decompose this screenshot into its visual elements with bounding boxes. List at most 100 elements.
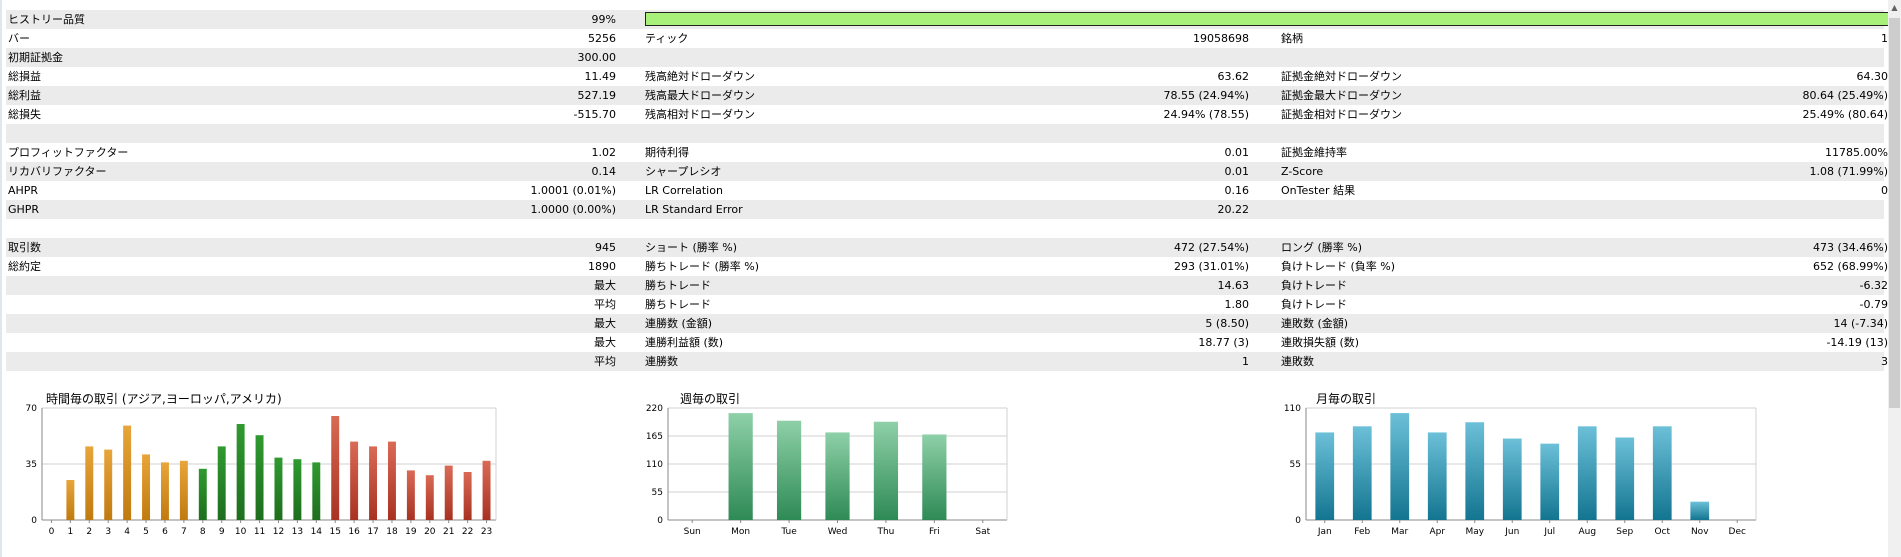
chart-bar xyxy=(406,470,415,520)
chart-bar xyxy=(728,413,753,520)
chart-bar xyxy=(350,441,359,520)
x-tick-label: 23 xyxy=(481,527,492,537)
stat-value: 20.22 xyxy=(1217,203,1250,216)
stat-label: 取引数 xyxy=(8,241,41,254)
x-tick-label: 17 xyxy=(367,527,378,537)
chart-bar xyxy=(198,468,207,520)
y-tick-label: 35 xyxy=(26,460,37,470)
stat-value: 平均 xyxy=(594,355,616,368)
stat-label: LR Standard Error xyxy=(645,203,743,216)
chart-bar xyxy=(1502,438,1522,520)
chart-bar xyxy=(66,480,75,520)
report-row: 最大 勝ちトレード 14.63 負けトレード -6.32 xyxy=(6,276,1888,295)
stat-value xyxy=(1006,48,1249,67)
y-tick-label: 110 xyxy=(646,460,663,470)
stat-label xyxy=(8,333,198,352)
y-tick-label: 55 xyxy=(652,488,663,498)
chart-bar xyxy=(123,425,132,520)
stat-label: プロフィットファクター xyxy=(8,146,129,159)
stat-value xyxy=(1586,200,1888,219)
x-tick-label: 4 xyxy=(124,527,130,537)
stat-label: リカバリファクター xyxy=(8,165,107,178)
stat-value: 18.77 (3) xyxy=(1198,336,1249,349)
chart-bar xyxy=(331,416,340,520)
stat-value xyxy=(1006,124,1249,143)
stat-label xyxy=(8,352,198,371)
stat-value: -14.19 (13) xyxy=(1826,336,1888,349)
stat-label: 負けトレード xyxy=(1281,279,1347,292)
stat-value: 最大 xyxy=(594,317,616,330)
chart-bar xyxy=(1615,437,1635,520)
x-tick-label: 10 xyxy=(235,527,247,537)
monthly-trades-chart: 月毎の取引 0 55 110 Jan Feb Mar Apr May Jun Jul Aug Sep O… xyxy=(1276,388,1876,557)
report-row: AHPR 1.0001 (0.01%) LR Correlation 0.16 OnTe… xyxy=(6,181,1888,200)
x-tick-label: 19 xyxy=(405,527,417,537)
x-tick-label: Nov xyxy=(1691,527,1709,537)
report-row: 平均 連勝数 1 連敗数 3 xyxy=(6,352,1888,371)
hourly-chart-svg: 035700 1 2 3 4 5 6 7 8 9 10 11 12 13 14 15 16 17 18 19 20 21 2… xyxy=(26,404,497,537)
stat-value: 11.49 xyxy=(584,70,617,83)
stat-label xyxy=(645,48,945,67)
x-tick-label: 16 xyxy=(348,527,360,537)
stat-value xyxy=(426,219,616,238)
stat-value: 0 xyxy=(1881,184,1888,197)
stat-label xyxy=(8,295,198,314)
chart-bar xyxy=(312,462,321,520)
stat-label: 連勝利益額 (数) xyxy=(645,336,724,349)
stat-label: 負けトレード (負率 %) xyxy=(1281,260,1396,273)
scrollbar-thumb[interactable] xyxy=(1889,18,1900,408)
x-tick-label: 5 xyxy=(143,527,149,537)
stat-label: ロング (勝率 %) xyxy=(1281,241,1363,254)
stat-label: ティック xyxy=(645,32,689,45)
monthly-chart-svg: 0 55 110 Jan Feb Mar Apr May Jun Jul Aug Sep Oct Nov D… xyxy=(1284,404,1757,537)
y-tick-label: 0 xyxy=(31,516,37,526)
stat-value: -515.70 xyxy=(573,108,616,121)
stat-value: 19058698 xyxy=(1193,32,1249,45)
stat-value: 78.55 (24.94%) xyxy=(1163,89,1249,102)
stat-label xyxy=(1281,219,1581,238)
x-tick-label: Sep xyxy=(1616,527,1633,537)
y-tick-label: 220 xyxy=(646,404,663,414)
report-row: 平均 勝ちトレード 1.80 負けトレード -0.79 xyxy=(6,295,1888,314)
scroll-up-icon[interactable]: ▲ xyxy=(1888,0,1901,16)
x-tick-label: 7 xyxy=(181,527,187,537)
x-tick-label: Fri xyxy=(929,527,940,537)
chart-bar xyxy=(1540,443,1560,520)
stat-label: 勝ちトレード xyxy=(645,279,711,292)
x-tick-label: 8 xyxy=(200,527,206,537)
chart-bar xyxy=(482,460,491,520)
y-tick-label: 55 xyxy=(1290,460,1301,470)
chart-bar xyxy=(1652,426,1672,520)
stat-value: 1 xyxy=(1881,32,1888,45)
test-report: ヒストリー品質 99% バー 5256 ティック 19058698 銘柄 1 初期証拠金 30… xyxy=(6,10,1890,390)
stat-label: 初期証拠金 xyxy=(8,51,63,64)
chart-bar xyxy=(274,457,283,520)
chart-bar xyxy=(922,434,947,520)
stat-label xyxy=(1281,124,1581,143)
stat-label: AHPR xyxy=(8,184,39,197)
x-tick-label: Wed xyxy=(828,527,848,537)
history-quality-value: 99% xyxy=(591,13,616,26)
x-tick-label: Jul xyxy=(1543,527,1555,537)
stat-value: 1 xyxy=(1242,355,1249,368)
stat-label xyxy=(1281,48,1581,67)
stat-value: 5256 xyxy=(588,32,616,45)
x-tick-label: Oct xyxy=(1654,527,1670,537)
report-row: バー 5256 ティック 19058698 銘柄 1 xyxy=(6,29,1888,48)
stat-value xyxy=(426,124,616,143)
stat-value: 5 (8.50) xyxy=(1205,317,1249,330)
history-quality-bar xyxy=(645,12,1890,26)
stat-value: 14.63 xyxy=(1217,279,1250,292)
stat-label: 勝ちトレード xyxy=(645,298,711,311)
stat-label: 連勝数 (金額) xyxy=(645,317,713,330)
x-tick-label: Mon xyxy=(731,527,750,537)
stat-label: 残高相対ドローダウン xyxy=(645,108,755,121)
y-tick-label: 165 xyxy=(646,432,663,442)
stat-value: 11785.00% xyxy=(1825,146,1888,159)
stat-label xyxy=(1281,200,1581,219)
x-tick-label: 18 xyxy=(386,527,398,537)
stat-value: 652 (68.99%) xyxy=(1812,260,1888,273)
chart-bar xyxy=(104,449,113,520)
chart-bar xyxy=(142,454,151,520)
report-row: 最大 連勝利益額 (数) 18.77 (3) 連敗損失額 (数) -14.19 (13) xyxy=(6,333,1888,352)
